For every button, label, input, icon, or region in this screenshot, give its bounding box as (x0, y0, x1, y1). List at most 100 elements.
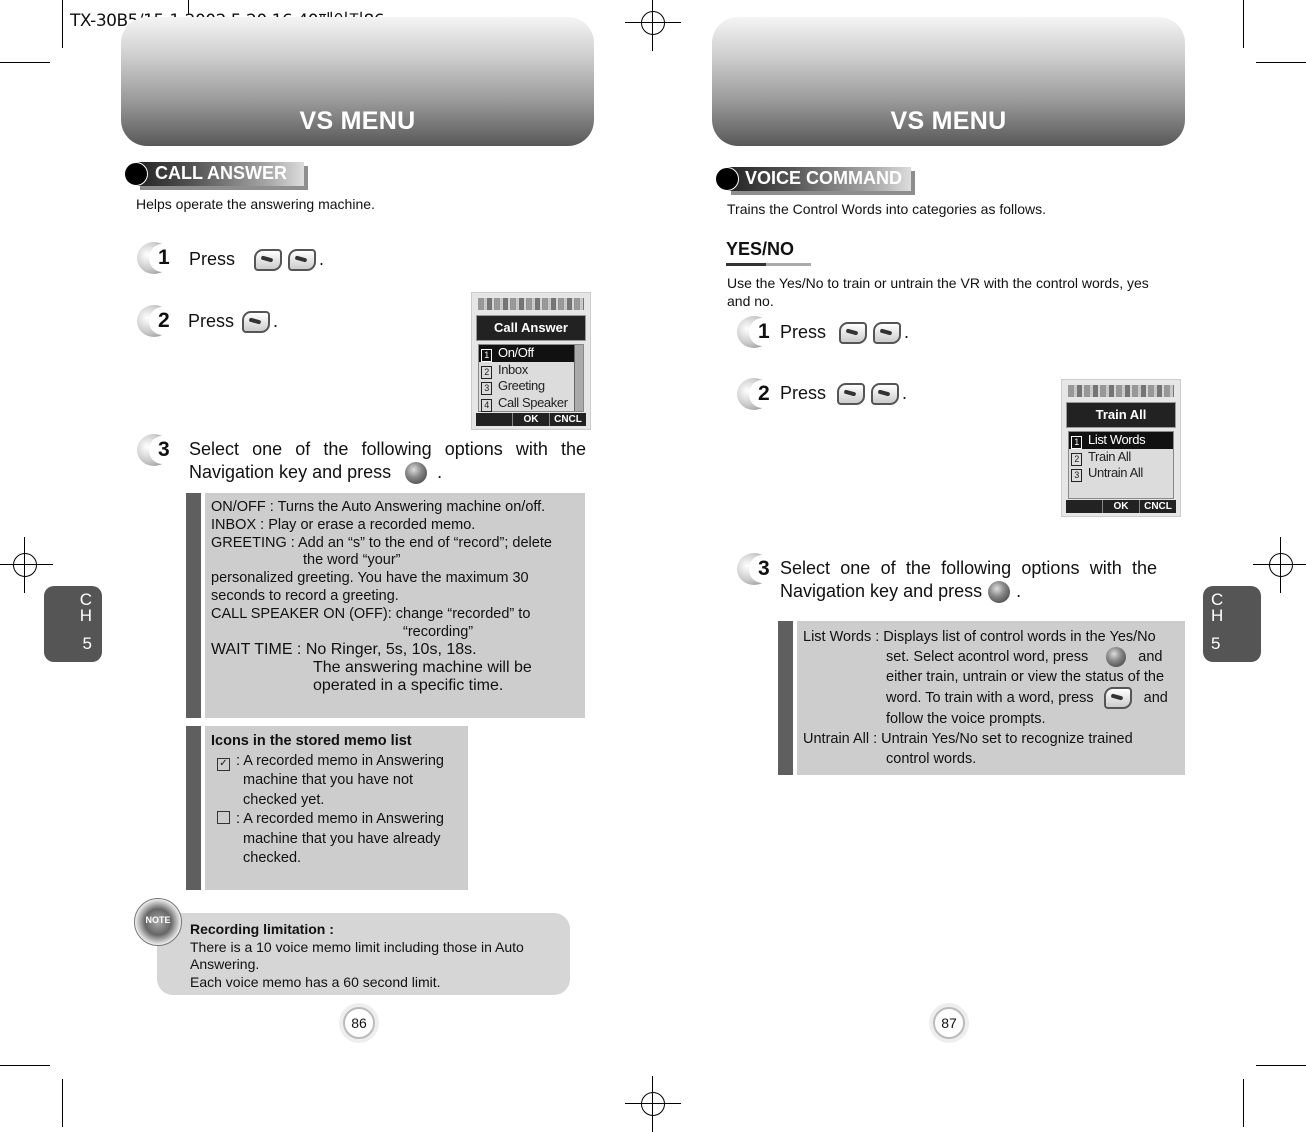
option-wait-time-cont: The answering machine will be (313, 659, 532, 677)
menu-item-untrain-all[interactable]: 3 Untrain All (1069, 465, 1173, 482)
navigation-ok-key-icon (405, 462, 428, 485)
menu-item-list-words[interactable]: 1 List Words (1069, 432, 1173, 449)
option-call-speaker: CALL SPEAKER ON (OFF): change “recorded”… (211, 605, 531, 622)
softkey-cncl[interactable]: CNCL (549, 413, 586, 426)
screen-menu-list: 1 On/Off 2 Inbox 3 Greeting 4 Call Speaker (478, 344, 584, 412)
menu-item-inbox[interactable]: 2 Inbox (479, 362, 583, 379)
step-2-suffix: . (273, 311, 279, 331)
softkey-ok[interactable]: OK (512, 413, 549, 426)
option-list-words-cont3: word. To train with a word, press and (803, 687, 1179, 710)
option-untrain-all-cont: control words. (886, 751, 977, 768)
step-3-line-2: Navigation key and press. (780, 580, 1157, 604)
step-number-3: 3 (137, 434, 175, 468)
chapter-label: C H (1211, 590, 1224, 625)
step-1-suffix: . (319, 249, 325, 269)
step-number-2: 2 (137, 305, 175, 339)
menu-key-icon (254, 249, 283, 272)
section-title: CALL ANSWER (155, 163, 287, 183)
memo-icon-item-unchecked-memo: ✓: A recorded memo in Answering machine … (211, 752, 462, 811)
option-call-speaker-cont: “recording” (403, 623, 474, 640)
note-icon: NOTE (134, 898, 182, 946)
phone-key-icon (288, 249, 317, 272)
step-number-3: 3 (737, 553, 775, 587)
step-number-1: 1 (137, 242, 175, 276)
chapter-label: C H (79, 590, 92, 625)
memo-icons-title: Icons in the stored memo list (211, 733, 412, 749)
chapter-tab: C H 5 (1203, 586, 1261, 662)
step-2-suffix: . (902, 383, 908, 403)
step-2-label: Press (188, 311, 235, 331)
step-2-text: Press . (188, 311, 279, 334)
option-wait-time-cont2: operated in a specific time. (313, 676, 504, 694)
bullet-icon (124, 162, 148, 186)
phone-key-icon (873, 322, 902, 345)
note-box: Recording limitation : There is a 10 voi… (157, 913, 570, 995)
memo-icons-box: Icons in the stored memo list ✓: A recor… (186, 726, 468, 890)
option-untrain-all: Untrain All : Untrain Yes/No set to reco… (803, 731, 1133, 748)
step-3-line-2: Navigation key and press. (189, 461, 586, 485)
step-2-text: Press . (780, 383, 908, 406)
registration-mark-right (1253, 537, 1306, 593)
option-greeting-cont3: seconds to record a greeting. (211, 587, 399, 604)
step-1-text: Press . (780, 322, 910, 345)
page-number: 87 (933, 1007, 965, 1039)
chapter-number: 5 (82, 634, 92, 653)
phone-key-icon (837, 383, 866, 406)
step-3-text: Select one of the following options with… (189, 438, 586, 485)
step-1-label: Press (780, 322, 827, 342)
section-description: Helps operate the answering machine. (136, 196, 375, 212)
page-number: 86 (343, 1007, 375, 1039)
section-description: Trains the Control Words into categories… (727, 201, 1047, 217)
options-info-box: List Words : Displays list of control wo… (778, 621, 1185, 775)
scrollbar[interactable] (574, 345, 583, 411)
step-1-label: Press (189, 249, 236, 269)
note-line-3: Each voice memo has a 60 second limit. (190, 973, 441, 990)
section-title: VOICE COMMAND (745, 168, 902, 188)
options-info-box: ON/OFF : Turns the Auto Answering machin… (186, 493, 585, 718)
screen-menu-list: 1 List Words 2 Train All 3 Untrain All (1068, 431, 1174, 499)
menu-item-call-speaker[interactable]: 4 Call Speaker (479, 395, 583, 412)
memo-icon-item-checked-memo: : A recorded memo in Answering machine t… (211, 810, 462, 869)
step-number-2: 2 (737, 378, 775, 412)
note-title: Recording limitation : (190, 921, 334, 937)
status-bar-icons (1068, 385, 1174, 397)
note-line-1: There is a 10 voice memo limit including… (190, 938, 524, 955)
menu-item-on-off[interactable]: 1 On/Off (479, 345, 583, 362)
menu-item-greeting[interactable]: 3 Greeting (479, 378, 583, 395)
voice-key-icon (871, 383, 900, 406)
step-3-text: Select one of the following options with… (780, 557, 1157, 604)
step-3-line-1: Select one of the following options with… (189, 439, 586, 459)
screen-title: Call Answer (476, 315, 586, 341)
option-greeting-cont: the word “your” (303, 552, 401, 569)
subheading: YES/NO (726, 239, 795, 259)
softkey-left[interactable] (476, 413, 512, 426)
two-key-icon (242, 311, 271, 334)
registration-mark-left (0, 537, 53, 593)
registration-mark-top (625, 0, 681, 51)
chapter-tab: C H 5 (44, 586, 102, 662)
softkey-left[interactable] (1066, 500, 1102, 513)
navigation-ok-key-icon (1106, 647, 1127, 668)
option-list-words: List Words : Displays list of control wo… (803, 629, 1156, 645)
subheading-description: Use the Yes/No to train or untrain the V… (727, 275, 1149, 309)
status-bar-icons (478, 298, 584, 310)
menu-key-icon (839, 322, 868, 345)
option-list-words-cont4: follow the voice prompts. (886, 711, 1046, 728)
option-greeting: GREETING : Add an “s” to the end of “rec… (211, 534, 552, 551)
option-greeting-cont2: personalized greeting. You have the maxi… (211, 570, 529, 587)
option-inbox: INBOX : Play or erase a recorded memo. (211, 516, 476, 533)
header-banner: VS MENU (121, 17, 594, 146)
banner-title: VS MENU (299, 107, 416, 135)
option-on-off: ON/OFF : Turns the Auto Answering machin… (211, 499, 546, 515)
step-number-1: 1 (737, 316, 775, 350)
screen-title: Train All (1066, 402, 1176, 428)
menu-item-train-all[interactable]: 2 Train All (1069, 449, 1173, 466)
phone-screen-train-all: Train All 1 List Words 2 Train All 3 Untrai… (1061, 379, 1181, 517)
chapter-number: 5 (1211, 634, 1221, 653)
softkey-cncl[interactable]: CNCL (1139, 500, 1176, 513)
registration-mark-bottom (625, 1076, 681, 1132)
navigation-ok-key-icon (988, 581, 1011, 604)
softkey-ok[interactable]: OK (1102, 500, 1139, 513)
step-1-suffix: . (904, 322, 910, 342)
step-3-line-1: Select one of the following options with… (780, 558, 1157, 578)
